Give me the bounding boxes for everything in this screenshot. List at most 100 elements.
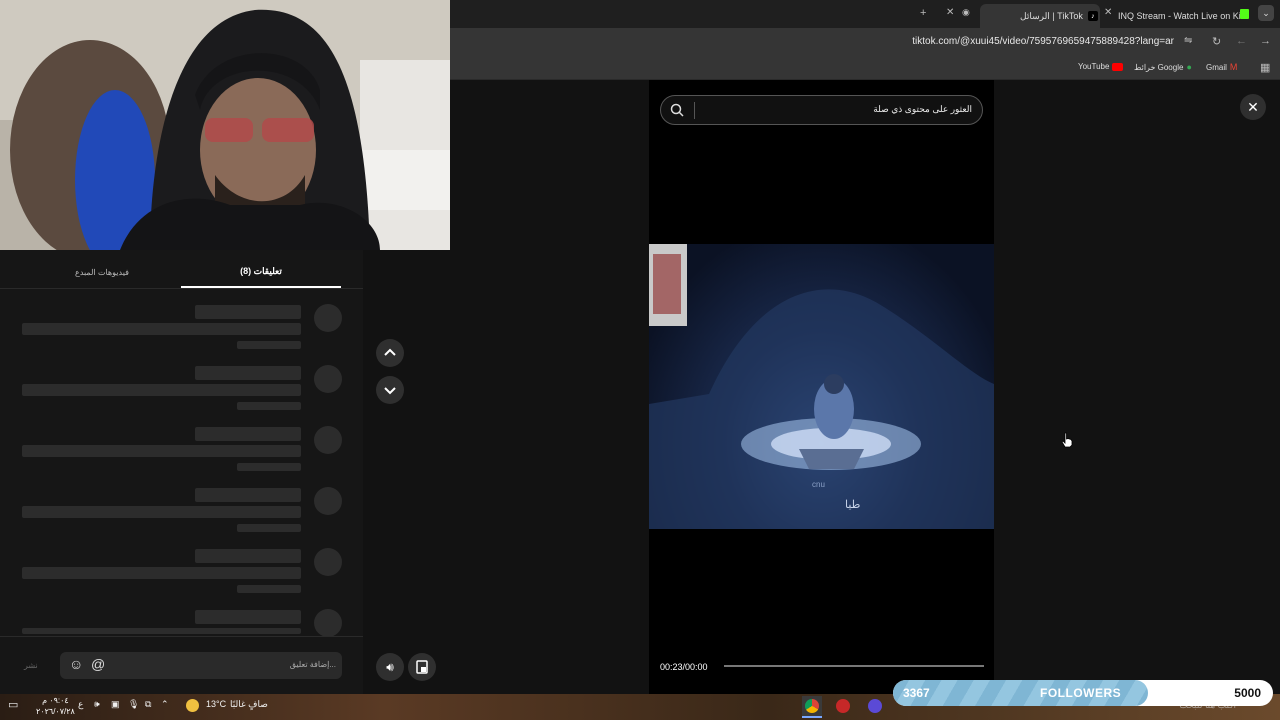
emoji-icon[interactable]: ☺	[69, 656, 83, 672]
followers-current: 3367	[903, 686, 930, 700]
weather-text[interactable]: صافٍ غالبًا	[230, 699, 268, 710]
followers-label: FOLLOWERS	[1040, 686, 1122, 700]
site-settings-icon[interactable]: ⇋	[1184, 35, 1192, 46]
previous-video-button[interactable]	[376, 339, 404, 367]
tabs-divider	[0, 288, 363, 289]
skeleton-avatar	[314, 487, 342, 515]
volume-button[interactable]: 🔊︎	[376, 653, 404, 681]
audio-tab-icon: ◉	[962, 7, 970, 17]
search-icon[interactable]	[670, 103, 684, 117]
tab-inq-label: INQ Stream - Watch Live on Kic	[1118, 11, 1246, 21]
tab-comments-label: تعليقات (8)	[240, 266, 282, 276]
app-icon[interactable]	[868, 699, 882, 713]
webcam-overlay	[0, 0, 450, 250]
taskbar-clock[interactable]: ٠٩:٠٤ م ٢٠٢٦/٠٧/٢٨	[36, 695, 75, 717]
chevron-down-icon	[384, 387, 396, 395]
new-tab-icon[interactable]: +	[920, 7, 926, 19]
bookmark-gmail[interactable]: Gmail M	[1206, 62, 1237, 72]
input-language[interactable]: ع	[78, 699, 83, 710]
tab-comments[interactable]: تعليقات (8)	[181, 266, 341, 277]
skeleton-line	[237, 524, 301, 532]
skeleton-avatar	[314, 548, 342, 576]
input-divider	[0, 636, 363, 637]
skeleton-line	[195, 488, 301, 502]
skeleton-line	[22, 628, 301, 634]
address-bar-row: → ← ↻ ⇋ tiktok.com/@xuui45/video/7595769…	[450, 28, 1280, 56]
tab-tiktok[interactable]: الرسائل | TikTok ♪	[980, 4, 1100, 28]
skeleton-line	[237, 463, 301, 471]
mention-icon[interactable]: @	[91, 656, 105, 672]
device-icon[interactable]: ⧉	[145, 699, 151, 710]
tiktok-favicon-icon: ♪	[1087, 11, 1098, 21]
skeleton-line	[22, 323, 301, 335]
close-icon: ✕	[1247, 98, 1259, 115]
microphone-icon[interactable]: 🎙︎	[128, 699, 139, 710]
bookmark-maps-label: خرائط Google	[1134, 62, 1184, 72]
url-text[interactable]: tiktok.com/@xuui45/video/759576965947588…	[912, 36, 1174, 47]
tray-expand-icon[interactable]: ⌃	[161, 699, 169, 710]
tab-list-chevron-icon[interactable]: ⌄	[1258, 5, 1274, 21]
video-nav-column	[363, 250, 450, 694]
clock-time: ٠٩:٠٤ م	[42, 696, 69, 705]
related-content-search[interactable]: العثور على محتوى ذي صلة	[660, 95, 983, 125]
app-icon[interactable]	[836, 699, 850, 713]
close-tab-icon[interactable]: ✕	[1104, 7, 1112, 18]
bookmark-youtube[interactable]: YouTube	[1078, 62, 1124, 71]
skeleton-line	[22, 384, 301, 396]
chevron-up-icon	[384, 348, 396, 356]
bookmark-google-maps[interactable]: خرائط Google ●	[1134, 62, 1192, 72]
post-button[interactable]: نشر	[24, 661, 38, 670]
followers-goal-overlay: 3367 FOLLOWERS 5000	[893, 680, 1273, 706]
followers-goal: 5000	[1234, 686, 1261, 700]
search-divider	[694, 102, 695, 119]
gmail-icon: M	[1229, 62, 1238, 72]
skeleton-line	[195, 305, 301, 319]
video-subtitle: طيا	[845, 499, 861, 511]
streamer-webcam-image	[0, 0, 450, 250]
back-arrow-icon[interactable]: ←	[1236, 35, 1247, 47]
video-frame[interactable]: cnu طيا	[649, 244, 994, 529]
close-video-button[interactable]: ✕	[1240, 94, 1266, 120]
volume-tray-icon[interactable]: 🕪︎	[94, 699, 100, 710]
skeleton-line	[22, 445, 301, 457]
tab-tiktok-label: الرسائل | TikTok	[1020, 10, 1083, 21]
pip-icon	[416, 660, 428, 674]
hand-cursor-icon	[1061, 432, 1073, 448]
skeleton-line	[195, 610, 301, 624]
skeleton-line	[22, 506, 301, 518]
comment-input-box[interactable]: إضافة تعليق... @ ☺	[60, 652, 342, 679]
notification-icon[interactable]: ▭	[8, 698, 18, 711]
tab-creator-videos[interactable]: فيديوهات المبدع	[22, 268, 182, 277]
skeleton-line	[237, 341, 301, 349]
apps-grid-icon[interactable]: ▦	[1260, 61, 1270, 74]
weather-temp[interactable]: 13°C	[206, 699, 226, 709]
chrome-icon	[805, 699, 819, 713]
skeleton-line	[237, 585, 301, 593]
skeleton-line	[195, 427, 301, 441]
tab-creator-videos-label: فيديوهات المبدع	[75, 268, 129, 277]
speaker-icon: 🔊︎	[386, 659, 394, 674]
next-video-button[interactable]	[376, 376, 404, 404]
bookmark-gmail-label: Gmail	[1206, 62, 1227, 72]
tab-inq-stream[interactable]: INQ Stream - Watch Live on Kic	[1118, 4, 1260, 28]
forward-arrow-icon[interactable]: →	[1260, 35, 1271, 47]
video-progress-bar[interactable]	[724, 665, 984, 667]
search-input[interactable]: العثور على محتوى ذي صلة	[873, 104, 972, 115]
skeleton-avatar	[314, 304, 342, 332]
skeleton-avatar	[314, 426, 342, 454]
close-tab-icon[interactable]: ✕	[946, 7, 954, 18]
browser-tab-bar: + ✕ ◉ الرسائل | TikTok ♪ ✕ INQ Stream - …	[450, 0, 1280, 28]
picture-in-picture-button[interactable]	[408, 653, 436, 681]
skeleton-avatar	[314, 609, 342, 637]
reload-icon[interactable]: ↻	[1212, 35, 1221, 48]
skeleton-line	[195, 366, 301, 380]
maps-pin-icon: ●	[1186, 62, 1192, 72]
comment-input-placeholder: إضافة تعليق...	[289, 660, 336, 669]
video-timestamp: 00:23/00:00	[660, 662, 708, 672]
kick-favicon-icon	[1240, 9, 1249, 19]
skeleton-line	[237, 402, 301, 410]
skeleton-line	[22, 567, 301, 579]
bookmarks-bar: ▦ Gmail M خرائط Google ● YouTube	[450, 56, 1280, 80]
bookmark-youtube-label: YouTube	[1078, 62, 1110, 71]
network-icon[interactable]: ▣	[111, 699, 120, 710]
